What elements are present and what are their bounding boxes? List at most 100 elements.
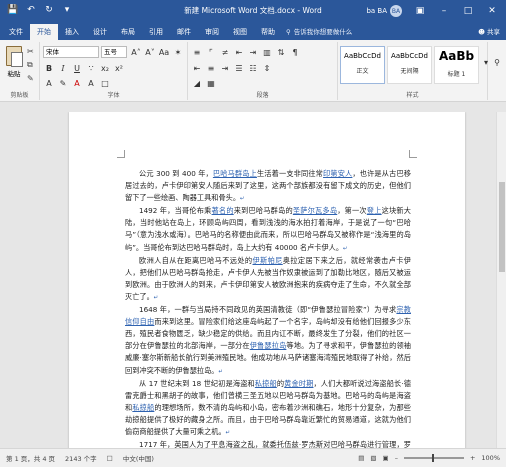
borders-icon[interactable]: ▦ bbox=[205, 77, 217, 89]
zoom-level[interactable]: 100% bbox=[481, 454, 500, 462]
tell-me-search[interactable]: ⚲ 告诉我你想要做什么 bbox=[286, 24, 352, 40]
window-controls: ba BA BA ▣ – □ ✕ bbox=[366, 0, 504, 22]
document-area: 公元 300 到 400 年，巴哈马群岛上生活着一支非同往常印第安人，也许是从古… bbox=[0, 112, 496, 448]
tab-design[interactable]: 设计 bbox=[86, 24, 114, 40]
font-name-select[interactable]: 宋体 bbox=[43, 46, 99, 58]
show-marks-icon[interactable]: ¶ bbox=[289, 46, 301, 58]
decrease-indent-icon[interactable]: ⇤ bbox=[233, 46, 245, 58]
maximize-icon[interactable]: □ bbox=[456, 0, 480, 22]
minimize-icon[interactable]: – bbox=[432, 0, 456, 22]
paragraph[interactable]: 从 17 世纪末到 18 世纪初是海盗和私掠船的黄金时期，人们大都听说过海盗船长… bbox=[125, 378, 411, 439]
clear-format-icon[interactable]: ✶ bbox=[172, 46, 184, 58]
justify-icon[interactable]: ☰ bbox=[233, 62, 245, 74]
char-border-icon[interactable]: □ bbox=[99, 77, 111, 89]
subscript-icon[interactable]: x₂ bbox=[99, 62, 111, 74]
clipboard-group: 粘贴 ✂ ⧉ ✎ 剪贴板 bbox=[0, 42, 40, 100]
tab-home[interactable]: 开始 bbox=[30, 24, 58, 40]
tab-view[interactable]: 视图 bbox=[226, 24, 254, 40]
superscript-icon[interactable]: x² bbox=[113, 62, 125, 74]
shading-icon[interactable]: ◢ bbox=[191, 77, 203, 89]
tab-help[interactable]: 帮助 bbox=[254, 24, 282, 40]
style-heading-1[interactable]: AaBb 标题 1 bbox=[434, 46, 479, 84]
highlight-icon[interactable]: ✎ bbox=[57, 77, 69, 89]
italic-icon[interactable]: I bbox=[57, 62, 69, 74]
text-run: 公元 300 到 400 年， bbox=[139, 169, 213, 178]
ribbon: 粘贴 ✂ ⧉ ✎ 剪贴板 宋体 五号 A˄ A˅ Aa ✶ B I U ∵ x₂… bbox=[0, 40, 506, 102]
share-button[interactable]: ☻ 共享 bbox=[478, 24, 500, 40]
tab-file[interactable]: 文件 bbox=[2, 24, 30, 40]
user-name: ba BA bbox=[366, 7, 387, 15]
copy-icon[interactable]: ⧉ bbox=[27, 60, 34, 70]
paragraph[interactable]: 1717 年，英国人为了平息海盗之乱，就委托伍兹·罗杰斯对巴哈马群岛进行管理，罗… bbox=[125, 439, 411, 448]
font-color-icon[interactable]: A bbox=[71, 77, 83, 89]
paragraph[interactable]: 1648 年，一群与当局持不同政见的英国清教徒（即“伊鲁瑟拉冒险家”）为寻求宗教… bbox=[125, 304, 411, 378]
avatar: BA bbox=[390, 5, 402, 17]
increase-indent-icon[interactable]: ⇥ bbox=[247, 46, 259, 58]
zoom-out-icon[interactable]: – bbox=[395, 454, 398, 462]
hyperlink-text[interactable]: 伊斯帕尼 bbox=[252, 256, 282, 265]
paste-button[interactable]: 粘贴 bbox=[4, 46, 24, 78]
sort-icon[interactable]: ⇅ bbox=[275, 46, 287, 58]
paragraph[interactable]: 公元 300 到 400 年，巴哈马群岛上生活着一支非同往常印第安人，也许是从古… bbox=[125, 168, 411, 205]
ribbon-display-icon[interactable]: ▣ bbox=[408, 0, 432, 22]
proofing-icon[interactable]: □ bbox=[107, 454, 113, 462]
hyperlink-text[interactable]: 私掠船 bbox=[132, 403, 154, 412]
vertical-scrollbar[interactable] bbox=[496, 112, 506, 448]
bullets-icon[interactable]: ≡ bbox=[191, 46, 203, 58]
paragraph[interactable]: 欧洲人自从在距离巴哈马不远处的伊斯帕尼奥拉定居下来之后，就经常袭击卢卡伊人，把他… bbox=[125, 255, 411, 304]
tab-insert[interactable]: 插入 bbox=[58, 24, 86, 40]
char-shading-icon[interactable]: A bbox=[85, 77, 97, 89]
style-preview: AaBbCcDd bbox=[391, 52, 428, 60]
hyperlink-text[interactable]: 印第安人 bbox=[323, 169, 352, 178]
paste-label: 粘贴 bbox=[7, 70, 21, 78]
style-no-spacing[interactable]: AaBbCcDd 无间隔 bbox=[387, 46, 432, 84]
tab-review[interactable]: 审阅 bbox=[198, 24, 226, 40]
font-style-row: B I U ∵ x₂ x² bbox=[43, 62, 125, 74]
read-mode-icon[interactable]: ▤ bbox=[358, 454, 364, 462]
text-effects-icon[interactable]: A bbox=[43, 77, 55, 89]
style-name: 正文 bbox=[356, 68, 369, 75]
user-account[interactable]: ba BA BA bbox=[366, 5, 402, 17]
language[interactable]: 中文(中国) bbox=[123, 453, 154, 463]
style-normal[interactable]: AaBbCcDd 正文 bbox=[340, 46, 385, 84]
shrink-font-icon[interactable]: A˅ bbox=[144, 46, 156, 58]
tab-layout[interactable]: 布局 bbox=[114, 24, 142, 40]
change-case-icon[interactable]: Aa bbox=[158, 46, 170, 58]
tab-mailings[interactable]: 邮件 bbox=[170, 24, 198, 40]
print-layout-icon[interactable]: ▧ bbox=[370, 454, 376, 462]
underline-icon[interactable]: U bbox=[71, 62, 83, 74]
web-layout-icon[interactable]: ▣ bbox=[383, 454, 389, 462]
hyperlink-text[interactable]: 伊鲁瑟拉岛 bbox=[250, 341, 287, 350]
numbering-icon[interactable]: ⌜ bbox=[205, 46, 217, 58]
strikethrough-icon[interactable]: ∵ bbox=[85, 62, 97, 74]
zoom-in-icon[interactable]: + bbox=[470, 454, 475, 462]
hyperlink-text[interactable]: 私掠船 bbox=[255, 379, 277, 388]
hyperlink-text[interactable]: 著名的 bbox=[212, 206, 234, 215]
line-spacing-icon[interactable]: ⇕ bbox=[261, 62, 273, 74]
format-painter-icon[interactable]: ✎ bbox=[27, 74, 34, 83]
align-center-icon[interactable]: ≡ bbox=[205, 62, 217, 74]
align-right-icon[interactable]: ⇥ bbox=[219, 62, 231, 74]
distributed-icon[interactable]: ☷ bbox=[247, 62, 259, 74]
tab-references[interactable]: 引用 bbox=[142, 24, 170, 40]
hyperlink-text[interactable]: 圣萨尔瓦多岛 bbox=[293, 206, 337, 215]
zoom-slider[interactable] bbox=[403, 454, 464, 462]
grow-font-icon[interactable]: A˄ bbox=[130, 46, 142, 58]
paragraph[interactable]: 1492 年，当哥伦布乘著名的来到巴哈马群岛的圣萨尔瓦多岛，第一次登上这块新大陆… bbox=[125, 205, 411, 254]
hyperlink-text[interactable]: 黄金时期 bbox=[284, 379, 313, 388]
word-count[interactable]: 2143 个字 bbox=[65, 453, 97, 463]
bold-icon[interactable]: B bbox=[43, 62, 55, 74]
scroll-thumb[interactable] bbox=[499, 182, 505, 272]
font-size-select[interactable]: 五号 bbox=[101, 46, 127, 58]
find-icon[interactable]: ⚲ bbox=[491, 56, 503, 68]
multilevel-list-icon[interactable]: ≠ bbox=[219, 46, 231, 58]
cut-icon[interactable]: ✂ bbox=[27, 47, 34, 56]
align-left-icon[interactable]: ⇤ bbox=[191, 62, 203, 74]
hyperlink-text[interactable]: 巴哈马群岛上 bbox=[213, 169, 257, 178]
page-count[interactable]: 第 1 页，共 4 页 bbox=[6, 453, 55, 463]
document-body[interactable]: 公元 300 到 400 年，巴哈马群岛上生活着一支非同往常印第安人，也许是从古… bbox=[125, 168, 411, 448]
chinese-layout-icon[interactable]: ▥ bbox=[261, 46, 273, 58]
text-run: 来到巴哈马群岛的 bbox=[233, 206, 293, 216]
hyperlink-text[interactable]: 登上 bbox=[367, 206, 382, 215]
close-icon[interactable]: ✕ bbox=[480, 0, 504, 22]
